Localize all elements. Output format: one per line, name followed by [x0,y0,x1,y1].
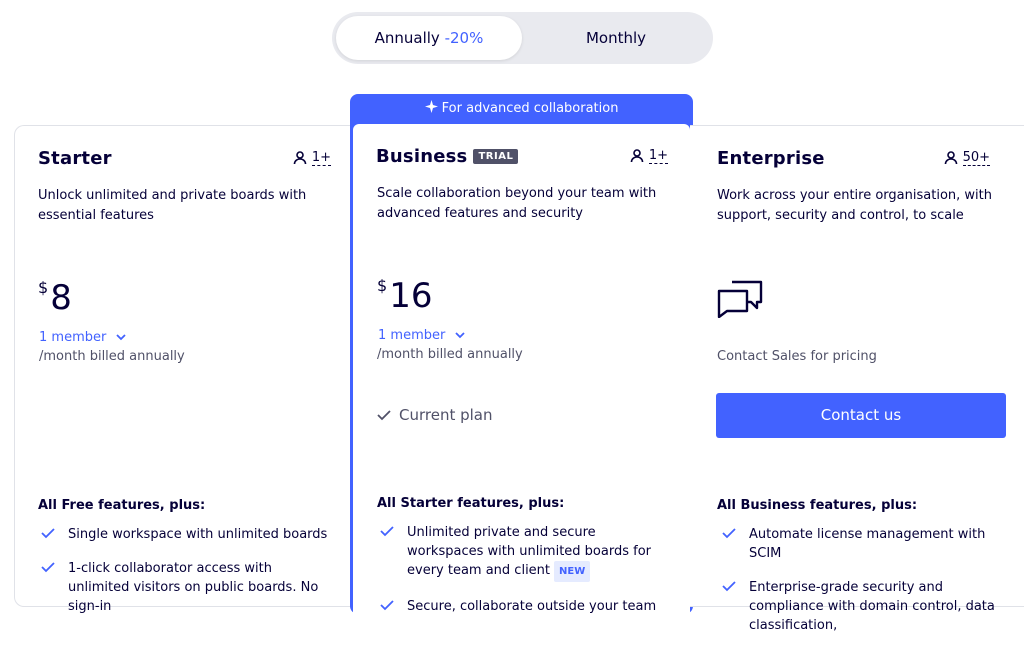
check-icon [722,581,736,592]
feature-list: Automate license management with SCIM En… [722,525,1012,650]
plan-card-business: For advanced collaboration Business TRIAL… [350,94,693,614]
currency-symbol: $ [38,278,49,297]
feature-text: Automate license management with SCIM [749,527,986,561]
member-label: 1 member [39,330,107,345]
seats-count: 1+ [311,150,331,166]
feature-text: Single workspace with unlimited boards [68,527,328,542]
list-item: Enterprise-grade security and compliance… [722,578,1012,635]
annual-option[interactable]: Annually -20% [336,16,522,60]
billing-period: /month billed annually [39,349,185,364]
price-value: 8 [50,278,72,318]
user-icon [293,151,307,165]
plan-price: $8 [38,278,72,318]
user-icon [944,151,957,165]
plan-price: $16 [377,276,432,316]
feature-text: Unlimited private and secure workspaces … [407,525,651,578]
seats-count: 1+ [648,148,668,164]
seats-indicator[interactable]: 1+ [629,148,668,164]
business-banner: For advanced collaboration [350,94,693,124]
chevron-down-icon [116,334,127,341]
plan-title: Starter [38,148,112,169]
currency-symbol: $ [377,276,388,295]
new-badge: NEW [554,561,591,582]
feature-text: Enterprise-grade security and compliance… [749,580,995,633]
plan-title: Enterprise [717,148,825,169]
user-icon [630,149,644,163]
pricing-note: Contact Sales for pricing [717,349,877,364]
feature-text: 1-click collaborator access with unlimit… [68,561,319,614]
list-item: Automate license management with SCIM [722,525,1012,563]
list-item: Secure, collaborate outside your team [380,597,670,616]
banner-text: For advanced collaboration [441,101,619,116]
billing-period: /month billed annually [377,347,523,362]
feature-list: Single workspace with unlimited boards 1… [41,525,331,631]
seats-indicator[interactable]: 1+ [292,150,331,166]
list-item: Single workspace with unlimited boards [41,525,331,544]
monthly-option[interactable]: Monthly [532,16,700,60]
check-icon [41,528,55,539]
current-plan-indicator: Current plan [377,406,493,424]
feature-text: Secure, collaborate outside your team [407,599,657,614]
plan-title-text: Business [376,146,468,167]
plan-description: Scale collaboration beyond your team wit… [377,186,657,221]
annual-discount: -20% [444,29,484,47]
features-heading: All Starter features, plus: [377,496,565,511]
plan-card-starter: Starter 1+ Unlock unlimited and private … [14,125,355,614]
trial-badge: TRIAL [473,149,519,164]
current-plan-label: Current plan [399,406,493,424]
contact-us-button[interactable]: Contact us [716,393,1006,438]
business-card-body: Business TRIAL 1+ Scale collaboration bey… [353,124,690,614]
member-selector[interactable]: 1 member [39,330,127,345]
list-item: Unlimited private and secure workspaces … [380,523,670,582]
list-item: 1-click collaborator access with unlimit… [41,559,331,616]
price-value: 16 [389,276,433,316]
check-icon [722,528,736,539]
billing-toggle: Annually -20% Monthly [332,12,713,64]
feature-list: Unlimited private and secure workspaces … [380,523,670,631]
sparkle-icon [424,100,438,113]
check-icon [41,562,55,573]
seats-indicator[interactable]: 50+ [943,150,990,166]
plan-card-enterprise: Enterprise 50+ Work across your entire o… [690,125,1024,633]
check-icon [380,526,394,537]
features-heading: All Business features, plus: [717,498,918,513]
plan-description: Unlock unlimited and private boards with… [38,188,307,223]
member-label: 1 member [378,328,446,343]
check-icon [380,600,394,611]
chevron-down-icon [455,332,466,339]
chat-bubbles-icon [717,280,763,318]
plan-title: Business TRIAL [376,146,519,167]
annual-label: Annually [374,29,440,47]
check-icon [377,410,391,421]
plan-description: Work across your entire organisation, wi… [717,188,992,223]
features-heading: All Free features, plus: [38,498,206,513]
member-selector[interactable]: 1 member [378,328,466,343]
seats-count: 50+ [962,150,990,166]
